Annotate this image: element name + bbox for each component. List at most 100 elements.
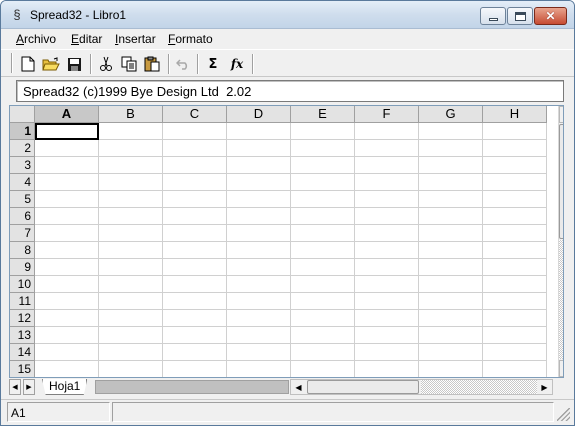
grid-cell[interactable] — [483, 174, 547, 191]
grid-cell[interactable] — [355, 140, 419, 157]
grid-cell[interactable] — [419, 208, 483, 225]
row-header-7[interactable]: 7 — [10, 225, 35, 242]
grid-cell[interactable] — [99, 242, 163, 259]
grid-cell[interactable] — [163, 310, 227, 327]
row-header-11[interactable]: 11 — [10, 293, 35, 310]
grid-cell[interactable] — [291, 208, 355, 225]
horizontal-scroll-thumb[interactable] — [307, 380, 419, 394]
grid-cell[interactable] — [355, 310, 419, 327]
grid-cell[interactable] — [227, 259, 291, 276]
grid-cell[interactable] — [99, 157, 163, 174]
column-header-h[interactable]: H — [483, 106, 547, 123]
grid-cell[interactable] — [227, 242, 291, 259]
grid-cell[interactable] — [35, 225, 99, 242]
grid-cell[interactable] — [227, 191, 291, 208]
grid-cell[interactable] — [227, 276, 291, 293]
grid-cell[interactable] — [35, 310, 99, 327]
grid-cell[interactable] — [483, 191, 547, 208]
grid-cell[interactable] — [355, 293, 419, 310]
grid-cell[interactable] — [227, 208, 291, 225]
column-header-b[interactable]: B — [99, 106, 163, 123]
grid-cell[interactable] — [163, 242, 227, 259]
grid-cell[interactable] — [355, 242, 419, 259]
column-header-a[interactable]: A — [35, 106, 99, 123]
scroll-left-button[interactable]: ◀ — [291, 380, 306, 394]
row-header-10[interactable]: 10 — [10, 276, 35, 293]
grid-cell[interactable] — [35, 259, 99, 276]
row-header-15[interactable]: 15 — [10, 361, 35, 377]
undo-button[interactable] — [173, 54, 193, 74]
save-button[interactable] — [64, 54, 84, 74]
grid-cell[interactable] — [35, 327, 99, 344]
column-header-c[interactable]: C — [163, 106, 227, 123]
grid-cell[interactable] — [99, 208, 163, 225]
grid-cell[interactable] — [419, 293, 483, 310]
grid-cell[interactable] — [419, 157, 483, 174]
grid-cell[interactable] — [35, 293, 99, 310]
resize-grip-icon[interactable] — [557, 408, 570, 421]
grid-cell[interactable] — [355, 327, 419, 344]
cut-button[interactable] — [96, 54, 116, 74]
grid-cell[interactable] — [163, 174, 227, 191]
vertical-scroll-thumb[interactable] — [559, 124, 563, 239]
grid-cell[interactable] — [291, 123, 355, 140]
grid-cell[interactable] — [227, 123, 291, 140]
open-button[interactable] — [41, 54, 61, 74]
copy-button[interactable] — [119, 54, 139, 74]
grid-cell[interactable] — [163, 225, 227, 242]
scroll-up-button[interactable]: ▲ — [559, 106, 563, 123]
column-header-g[interactable]: G — [419, 106, 483, 123]
grid-cell[interactable] — [163, 327, 227, 344]
grid-cell[interactable] — [227, 361, 291, 377]
grid-cell[interactable] — [419, 310, 483, 327]
grid-cell[interactable] — [483, 123, 547, 140]
grid-cell[interactable] — [419, 344, 483, 361]
grid-cell[interactable] — [163, 140, 227, 157]
grid-cell[interactable] — [227, 344, 291, 361]
grid-cell[interactable] — [483, 259, 547, 276]
grid-cell[interactable] — [35, 174, 99, 191]
spreadsheet-grid[interactable]: ▲ ▼ ABCDEFGH123456789101112131415 — [9, 105, 564, 378]
grid-cell[interactable] — [355, 191, 419, 208]
menu-editar[interactable]: Editar — [71, 32, 102, 46]
row-header-3[interactable]: 3 — [10, 157, 35, 174]
grid-cell[interactable] — [35, 344, 99, 361]
grid-cell[interactable] — [163, 293, 227, 310]
grid-cell[interactable] — [483, 310, 547, 327]
grid-cell[interactable] — [355, 225, 419, 242]
grid-cell[interactable] — [291, 191, 355, 208]
grid-cell[interactable] — [355, 157, 419, 174]
scroll-right-button[interactable]: ▶ — [537, 380, 552, 394]
grid-cell[interactable] — [355, 123, 419, 140]
menu-insertar[interactable]: Insertar — [115, 32, 156, 46]
grid-cell[interactable] — [355, 208, 419, 225]
formula-bar[interactable]: Spread32 (c)1999 Bye Design Ltd 2.02 — [16, 80, 564, 102]
function-button[interactable]: fx — [227, 54, 247, 74]
grid-cell[interactable] — [99, 191, 163, 208]
grid-cell[interactable] — [163, 259, 227, 276]
spread32-app-icon[interactable]: § — [9, 7, 25, 23]
grid-cell[interactable] — [163, 361, 227, 377]
paste-button[interactable] — [142, 54, 162, 74]
new-file-button[interactable] — [18, 54, 38, 74]
grid-cell[interactable] — [291, 293, 355, 310]
grid-cell[interactable] — [355, 174, 419, 191]
grid-cell[interactable] — [99, 327, 163, 344]
toolbar-grip[interactable] — [11, 53, 13, 73]
grid-cell[interactable] — [483, 208, 547, 225]
grid-cell[interactable] — [355, 361, 419, 377]
grid-cell[interactable] — [291, 225, 355, 242]
grid-cell[interactable] — [483, 225, 547, 242]
grid-cell[interactable] — [227, 293, 291, 310]
grid-cell[interactable] — [419, 140, 483, 157]
grid-cell[interactable] — [291, 276, 355, 293]
row-header-2[interactable]: 2 — [10, 140, 35, 157]
sheet-tab-hoja1[interactable]: Hoja1 — [42, 379, 88, 395]
grid-cell[interactable] — [291, 344, 355, 361]
grid-cell[interactable] — [163, 191, 227, 208]
grid-cell[interactable] — [99, 225, 163, 242]
title-bar[interactable]: § Spread32 - Libro1 ✕ — [1, 1, 574, 29]
grid-cell[interactable] — [291, 242, 355, 259]
grid-cell[interactable] — [227, 327, 291, 344]
active-cell[interactable] — [35, 123, 99, 140]
